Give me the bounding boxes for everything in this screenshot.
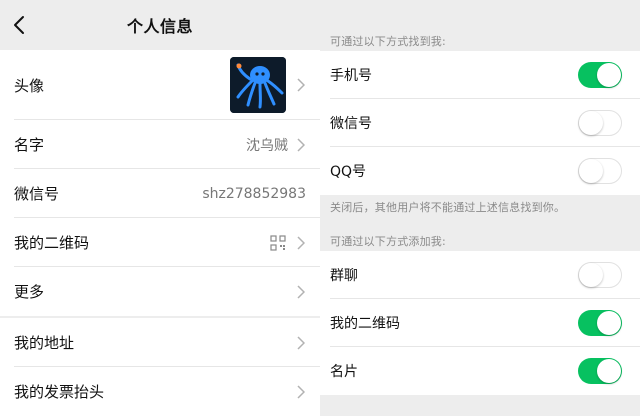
address-row[interactable]: 我的地址 <box>0 318 320 367</box>
toggle-knob <box>578 110 603 135</box>
find-row-label: QQ号 <box>330 164 367 180</box>
wechat-id-label: 微信号 <box>14 185 60 203</box>
add-row-business-card: 名片 <box>320 347 640 395</box>
find-me-header: 可通过以下方式找到我: <box>330 35 446 48</box>
back-chevron-icon <box>14 16 24 34</box>
qr-code-row[interactable]: 我的二维码 <box>0 218 320 267</box>
wechat-id-value: shz278852983 <box>202 185 306 202</box>
avatar <box>230 57 286 113</box>
invoice-title-label: 我的发票抬头 <box>14 383 105 401</box>
address-label: 我的地址 <box>14 334 75 352</box>
name-label: 名字 <box>14 136 45 154</box>
privacy-panel: 可通过以下方式找到我: 手机号 微信号 QQ号 关闭后，其他用户将不能通过上述信… <box>320 0 640 414</box>
qq-toggle[interactable] <box>578 158 622 184</box>
toggle-knob <box>578 262 603 287</box>
add-me-list: 群聊 我的二维码 名片 <box>320 251 640 395</box>
find-row-phone: 手机号 <box>320 51 640 99</box>
name-row[interactable]: 名字 沈乌贼 <box>0 120 320 169</box>
toggle-knob <box>597 359 621 383</box>
add-row-label: 群聊 <box>330 268 358 284</box>
qr-code-toggle[interactable] <box>578 310 622 336</box>
add-row-qr-code: 我的二维码 <box>320 299 640 347</box>
find-row-label: 手机号 <box>330 68 372 84</box>
qr-code-label: 我的二维码 <box>14 234 90 252</box>
add-me-header: 可通过以下方式添加我: <box>330 235 446 248</box>
invoice-title-row[interactable]: 我的发票抬头 <box>0 367 320 416</box>
add-row-label: 名片 <box>330 364 358 380</box>
find-row-wechat-id: 微信号 <box>320 99 640 147</box>
avatar-row[interactable]: 头像 <box>0 50 320 120</box>
more-row[interactable]: 更多 <box>0 267 320 316</box>
toggle-knob <box>597 311 621 335</box>
find-me-list: 手机号 微信号 QQ号 <box>320 51 640 195</box>
back-button[interactable] <box>10 14 28 36</box>
chevron-right-icon <box>296 284 306 299</box>
find-me-note: 关闭后，其他用户将不能通过上述信息找到你。 <box>330 201 566 214</box>
avatar-label: 头像 <box>14 76 45 95</box>
add-row-label: 我的二维码 <box>330 316 400 332</box>
screen: 个人信息 头像 名字 沈乌贼 微信号 shz278852983 我的二维码 更多… <box>0 0 640 416</box>
address-card: 我的地址 我的发票抬头 <box>0 318 320 416</box>
add-row-group-chat: 群聊 <box>320 251 640 299</box>
profile-card: 头像 名字 沈乌贼 微信号 shz278852983 我的二维码 更多 <box>0 50 320 316</box>
find-row-label: 微信号 <box>330 116 372 132</box>
phone-toggle[interactable] <box>578 62 622 88</box>
wechat-id-row[interactable]: 微信号 shz278852983 <box>0 169 320 218</box>
chevron-right-icon <box>296 384 306 399</box>
business-card-toggle[interactable] <box>578 358 622 384</box>
chevron-right-icon <box>296 335 306 350</box>
personal-info-panel: 个人信息 头像 名字 沈乌贼 微信号 shz278852983 我的二维码 更多… <box>0 0 320 416</box>
group-chat-toggle[interactable] <box>578 262 622 288</box>
name-value: 沈乌贼 <box>246 137 288 154</box>
find-row-qq: QQ号 <box>320 147 640 195</box>
page-title: 个人信息 <box>126 17 193 36</box>
toggle-knob <box>578 158 603 183</box>
wechat-id-toggle[interactable] <box>578 110 622 136</box>
chevron-right-icon <box>296 137 306 152</box>
toggle-knob <box>597 63 621 87</box>
more-label: 更多 <box>14 283 45 301</box>
octopus-icon <box>230 57 286 113</box>
qr-code-icon <box>270 234 286 251</box>
chevron-right-icon <box>296 78 306 92</box>
chevron-right-icon <box>296 235 306 250</box>
nav-bar: 个人信息 <box>0 0 320 50</box>
